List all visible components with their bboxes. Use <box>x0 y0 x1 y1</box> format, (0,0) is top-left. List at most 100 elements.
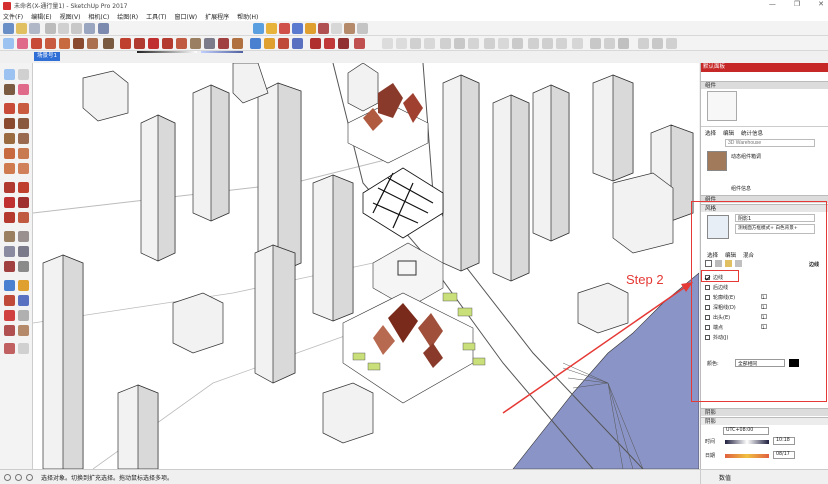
paint-bucket-icon[interactable] <box>512 38 523 49</box>
smoove-icon[interactable] <box>410 38 421 49</box>
scene-icon[interactable] <box>652 38 663 49</box>
menu-file[interactable]: 文件(F) <box>3 12 23 21</box>
menu-help[interactable]: 帮助(H) <box>237 12 258 21</box>
sun-icon[interactable] <box>556 38 567 49</box>
ext-manager-icon[interactable] <box>354 38 365 49</box>
stamp-icon[interactable] <box>424 38 435 49</box>
section-fill-icon[interactable] <box>498 38 509 49</box>
time-slider-tray[interactable] <box>725 440 769 444</box>
text-icon[interactable] <box>204 38 215 49</box>
menu-view[interactable]: 视图(V) <box>60 12 81 21</box>
protractor-icon[interactable] <box>4 246 15 257</box>
pan-left-icon[interactable] <box>18 280 29 291</box>
component-item-label[interactable]: 动态组件箱调 <box>731 153 761 160</box>
rotate-tool-icon[interactable] <box>4 197 15 208</box>
position-camera-icon[interactable] <box>331 23 342 34</box>
tab-select[interactable]: 选择 <box>705 129 716 137</box>
zoom-extents-tool-icon[interactable] <box>292 38 303 49</box>
measurements-box[interactable]: 数值 <box>700 470 828 484</box>
shape-icon[interactable] <box>87 38 98 49</box>
three-point-arc-icon[interactable] <box>4 163 15 174</box>
tab-edit[interactable]: 编辑 <box>723 129 734 137</box>
pushpull-tool-icon[interactable] <box>18 182 29 193</box>
select-tool-icon[interactable] <box>4 69 15 80</box>
tab-statistics[interactable]: 统计信息 <box>741 129 763 137</box>
rectangle-icon[interactable] <box>73 38 84 49</box>
rotate-icon[interactable] <box>148 38 159 49</box>
new-file-icon[interactable] <box>3 23 14 34</box>
maximize-button[interactable]: ❐ <box>794 0 800 8</box>
paint-icon[interactable] <box>4 84 15 95</box>
terrain-icon[interactable] <box>618 38 629 49</box>
iso-view-icon[interactable] <box>45 23 56 34</box>
3d-text-icon[interactable] <box>18 261 29 272</box>
top-view-icon[interactable] <box>58 23 69 34</box>
orbit-tool-icon[interactable] <box>250 38 261 49</box>
section-left-icon[interactable] <box>18 343 29 354</box>
rectangle-tool-icon[interactable] <box>4 118 15 129</box>
material-icon[interactable] <box>103 38 114 49</box>
dimension-tool-icon[interactable] <box>18 231 29 242</box>
pushpull-icon[interactable] <box>120 38 131 49</box>
zoom-left-icon[interactable] <box>4 295 15 306</box>
scale-tool-icon[interactable] <box>4 212 15 223</box>
circle-icon[interactable] <box>4 133 15 144</box>
solid-union-icon[interactable] <box>440 38 451 49</box>
look-around-icon[interactable] <box>357 23 368 34</box>
text-tool-icon[interactable] <box>18 246 29 257</box>
polygon-icon[interactable] <box>18 133 29 144</box>
shaded-icon[interactable] <box>98 23 109 34</box>
extension-warehouse-icon[interactable] <box>324 38 335 49</box>
position-camera-left-icon[interactable] <box>4 325 15 336</box>
move-icon[interactable] <box>134 38 145 49</box>
close-button[interactable]: ✕ <box>818 0 824 8</box>
warehouse-icon[interactable] <box>310 38 321 49</box>
line-icon[interactable] <box>31 38 42 49</box>
two-point-arc-icon[interactable] <box>18 148 29 159</box>
shadow-panel-header[interactable]: 阴影 <box>701 408 828 416</box>
offset-icon[interactable] <box>176 38 187 49</box>
freehand-icon[interactable] <box>59 38 70 49</box>
sandbox-contours-icon[interactable] <box>382 38 393 49</box>
scene-tab[interactable]: 场景号1 <box>34 52 60 61</box>
geo-location-icon[interactable] <box>590 38 601 49</box>
freehand-tool-icon[interactable] <box>18 103 29 114</box>
outliner-icon[interactable] <box>666 38 677 49</box>
front-view-icon[interactable] <box>71 23 82 34</box>
scale-icon[interactable] <box>162 38 173 49</box>
zoom-extents-left-icon[interactable] <box>4 310 15 321</box>
section-plane-icon[interactable] <box>484 38 495 49</box>
date-slider-tray[interactable] <box>725 454 769 458</box>
shadows-icon[interactable] <box>528 38 539 49</box>
pie-icon[interactable] <box>18 163 29 174</box>
fog-icon[interactable] <box>542 38 553 49</box>
move-tool-icon[interactable] <box>4 182 15 193</box>
pencil-icon[interactable] <box>4 103 15 114</box>
menu-camera[interactable]: 相机(C) <box>88 12 109 21</box>
solid-subtract-icon[interactable] <box>454 38 465 49</box>
utc-select[interactable]: UTC+08:00 <box>723 427 769 435</box>
menu-extensions[interactable]: 扩展程序 <box>205 12 229 21</box>
warehouse-search-input[interactable] <box>725 139 815 147</box>
model-viewport[interactable] <box>33 63 699 469</box>
followme-icon[interactable] <box>18 197 29 208</box>
minimize-button[interactable]: — <box>769 0 776 8</box>
pan-tool-icon[interactable] <box>264 38 275 49</box>
axes-tool-icon[interactable] <box>4 261 15 272</box>
walk-icon[interactable] <box>344 23 355 34</box>
select-arrow-icon[interactable] <box>3 38 14 49</box>
layout-doc-icon[interactable] <box>638 38 649 49</box>
entity-panel-header[interactable]: 组件 <box>701 81 828 89</box>
sandbox-scratch-icon[interactable] <box>396 38 407 49</box>
credits-icon[interactable] <box>15 473 22 481</box>
zoom-extents-icon[interactable] <box>305 23 316 34</box>
date-field[interactable]: 08/17 <box>773 451 795 459</box>
save-icon[interactable] <box>29 23 40 34</box>
help-icon[interactable] <box>26 473 33 481</box>
eraser-icon[interactable] <box>17 38 28 49</box>
zoom-icon[interactable] <box>279 23 290 34</box>
zoom-window-icon[interactable] <box>292 23 303 34</box>
erase-tool-icon[interactable] <box>18 84 29 95</box>
open-file-icon[interactable] <box>16 23 27 34</box>
camera-icon[interactable] <box>572 38 583 49</box>
